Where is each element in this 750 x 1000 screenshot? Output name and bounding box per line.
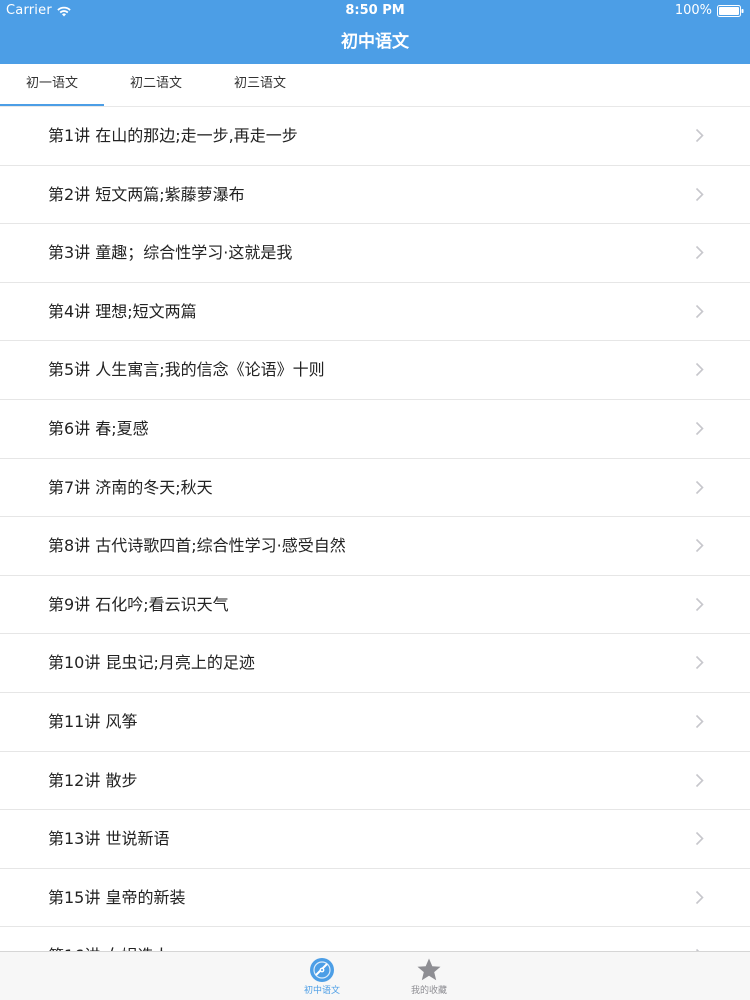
tabbar-item-favorites[interactable]: 我的收藏 [389, 954, 469, 1000]
list-item-label: 第7讲 济南的冬天;秋天 [48, 477, 213, 497]
page-title: 初中语文 [341, 32, 409, 52]
list-item[interactable]: 第16讲 女娲造人 [0, 927, 750, 952]
list-item[interactable]: 第1讲 在山的那边;走一步,再走一步 [0, 107, 750, 166]
list-item[interactable]: 第10讲 昆虫记;月亮上的足迹 [0, 634, 750, 693]
list-item[interactable]: 第5讲 人生寓言;我的信念《论语》十则 [0, 341, 750, 400]
list-item[interactable]: 第8讲 古代诗歌四首;综合性学习·感受自然 [0, 517, 750, 576]
top-bar: Carrier 8:50 PM 100% 初中语文 [0, 0, 750, 64]
chevron-right-icon [695, 539, 704, 553]
list-item-label: 第9讲 石化吟;看云识天气 [48, 594, 229, 614]
list-item[interactable]: 第9讲 石化吟;看云识天气 [0, 575, 750, 635]
tabbar-label: 我的收藏 [410, 986, 447, 996]
battery-percent: 100% [674, 3, 712, 18]
chevron-right-icon [695, 304, 704, 318]
list-item[interactable]: 第13讲 世说新语 [0, 810, 750, 869]
list-item[interactable]: 第2讲 短文两篇;紫藤萝瀑布 [0, 165, 750, 225]
chevron-right-icon [695, 363, 704, 377]
list-item-label: 第13讲 世说新语 [48, 829, 170, 849]
list-item[interactable]: 第6讲 春;夏感 [0, 399, 750, 459]
list-item[interactable]: 第4讲 理想;短文两篇 [0, 282, 750, 342]
list-item[interactable]: 第7讲 济南的冬天;秋天 [0, 458, 750, 518]
chevron-right-icon [695, 421, 704, 436]
list-item-label: 第12讲 散步 [48, 770, 138, 790]
chevron-right-icon [695, 187, 704, 201]
status-right: 100% [675, 0, 744, 22]
app-screen: Carrier 8:50 PM 100% 初中语文 初一语文 初二语文 初三语文… [0, 0, 750, 1000]
tab-grade-1[interactable]: 初一语文 [0, 64, 104, 107]
list-item-label: 第6讲 春;夏感 [48, 418, 149, 438]
lesson-list[interactable]: 第1讲 在山的那边;走一步,再走一步 第2讲 短文两篇;紫藤萝瀑布 第3讲 童趣… [0, 106, 750, 952]
list-item-label: 第2讲 短文两篇;紫藤萝瀑布 [48, 184, 245, 204]
list-item-label: 第15讲 皇帝的新装 [48, 887, 186, 907]
list-item-label: 第10讲 昆虫记;月亮上的足迹 [48, 653, 255, 673]
list-item[interactable]: 第15讲 皇帝的新装 [0, 868, 750, 928]
chevron-right-icon [695, 773, 704, 787]
list-item[interactable]: 第3讲 童趣；综合性学习·这就是我 [0, 224, 750, 283]
chevron-right-icon [695, 714, 704, 729]
battery-icon [717, 5, 744, 17]
disc-icon [310, 958, 334, 982]
chevron-right-icon [695, 246, 704, 260]
tab-grade-2[interactable]: 初二语文 [104, 64, 208, 106]
tab-bar: 初中语文 我的收藏 [0, 951, 750, 1000]
star-icon [417, 958, 441, 981]
list-item-label: 第4讲 理想;短文两篇 [48, 301, 197, 321]
list-item[interactable]: 第12讲 散步 [0, 751, 750, 811]
status-bar: Carrier 8:50 PM 100% [0, 0, 750, 22]
tabbar-label: 初中语文 [303, 986, 340, 996]
list-item-label: 第1讲 在山的那边;走一步,再走一步 [48, 126, 298, 145]
list-item[interactable]: 第11讲 风筝 [0, 692, 750, 752]
tabbar-item-chinese[interactable]: 初中语文 [282, 954, 362, 1000]
status-time: 8:50 PM [345, 3, 405, 18]
list-item-label: 第11讲 风筝 [48, 711, 138, 731]
chevron-right-icon [695, 597, 704, 611]
list-item-label: 第16讲 女娲造人 [48, 927, 169, 952]
chevron-right-icon [695, 890, 704, 904]
grade-tabs: 初一语文 初二语文 初三语文 [0, 64, 312, 107]
tab-grade-3[interactable]: 初三语文 [208, 64, 312, 106]
list-item-label: 第5讲 人生寓言;我的信念《论语》十则 [48, 360, 325, 380]
chevron-right-icon [695, 128, 704, 143]
chevron-right-icon [695, 656, 704, 670]
list-item-label: 第3讲 童趣；综合性学习·这就是我 [48, 243, 293, 263]
chevron-right-icon [695, 832, 704, 846]
chevron-right-icon [695, 480, 704, 494]
list-item-label: 第8讲 古代诗歌四首;综合性学习·感受自然 [48, 536, 346, 556]
